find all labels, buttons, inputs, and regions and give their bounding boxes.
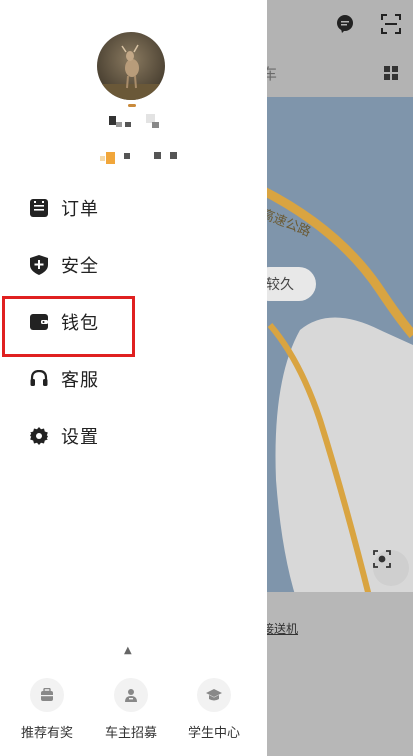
nav-label: 车主招募 xyxy=(104,726,157,741)
gift-icon xyxy=(30,678,64,712)
nav-label: 学生中心 xyxy=(187,726,240,741)
shield-plus-icon xyxy=(29,255,49,275)
menu-item-orders[interactable]: 订单 xyxy=(0,180,267,236)
nav-student-center[interactable]: 学生中心 xyxy=(172,672,256,741)
menu-item-security[interactable]: 安全 xyxy=(0,237,267,293)
graduation-cap-icon xyxy=(197,678,231,712)
airport-transfer-link[interactable]: 接送机 xyxy=(262,620,298,637)
menu-item-label: 订单 xyxy=(61,199,99,220)
locate-button[interactable] xyxy=(373,550,409,586)
drawer-bottom-nav: 推荐有奖 车主招募 学生中心 xyxy=(0,672,267,756)
gear-icon xyxy=(29,426,49,446)
chevron-up-icon[interactable]: ▲ xyxy=(124,645,132,656)
menu-item-service[interactable]: 客服 xyxy=(0,351,267,407)
headset-icon xyxy=(29,369,49,389)
wallet-highlight-box xyxy=(2,296,135,357)
service-card xyxy=(262,592,413,756)
avatar[interactable] xyxy=(97,32,165,100)
nav-driver-recruit[interactable]: 车主招募 xyxy=(89,672,173,741)
nav-label: 推荐有奖 xyxy=(20,726,73,741)
driver-icon xyxy=(114,678,148,712)
side-drawer: 订单 安全 钱包 客服 设置 ▲ 推荐有奖 车主招募 学生中心 xyxy=(0,0,267,756)
avatar-indicator xyxy=(128,104,136,107)
nav-referral-rewards[interactable]: 推荐有奖 xyxy=(5,672,89,741)
order-list-icon xyxy=(29,198,49,218)
eta-bubble-text: 较久 xyxy=(266,277,294,293)
menu-item-label: 设置 xyxy=(61,427,99,448)
menu-item-label: 安全 xyxy=(61,256,99,277)
menu-item-label: 客服 xyxy=(61,370,99,391)
menu-item-settings[interactable]: 设置 xyxy=(0,408,267,464)
